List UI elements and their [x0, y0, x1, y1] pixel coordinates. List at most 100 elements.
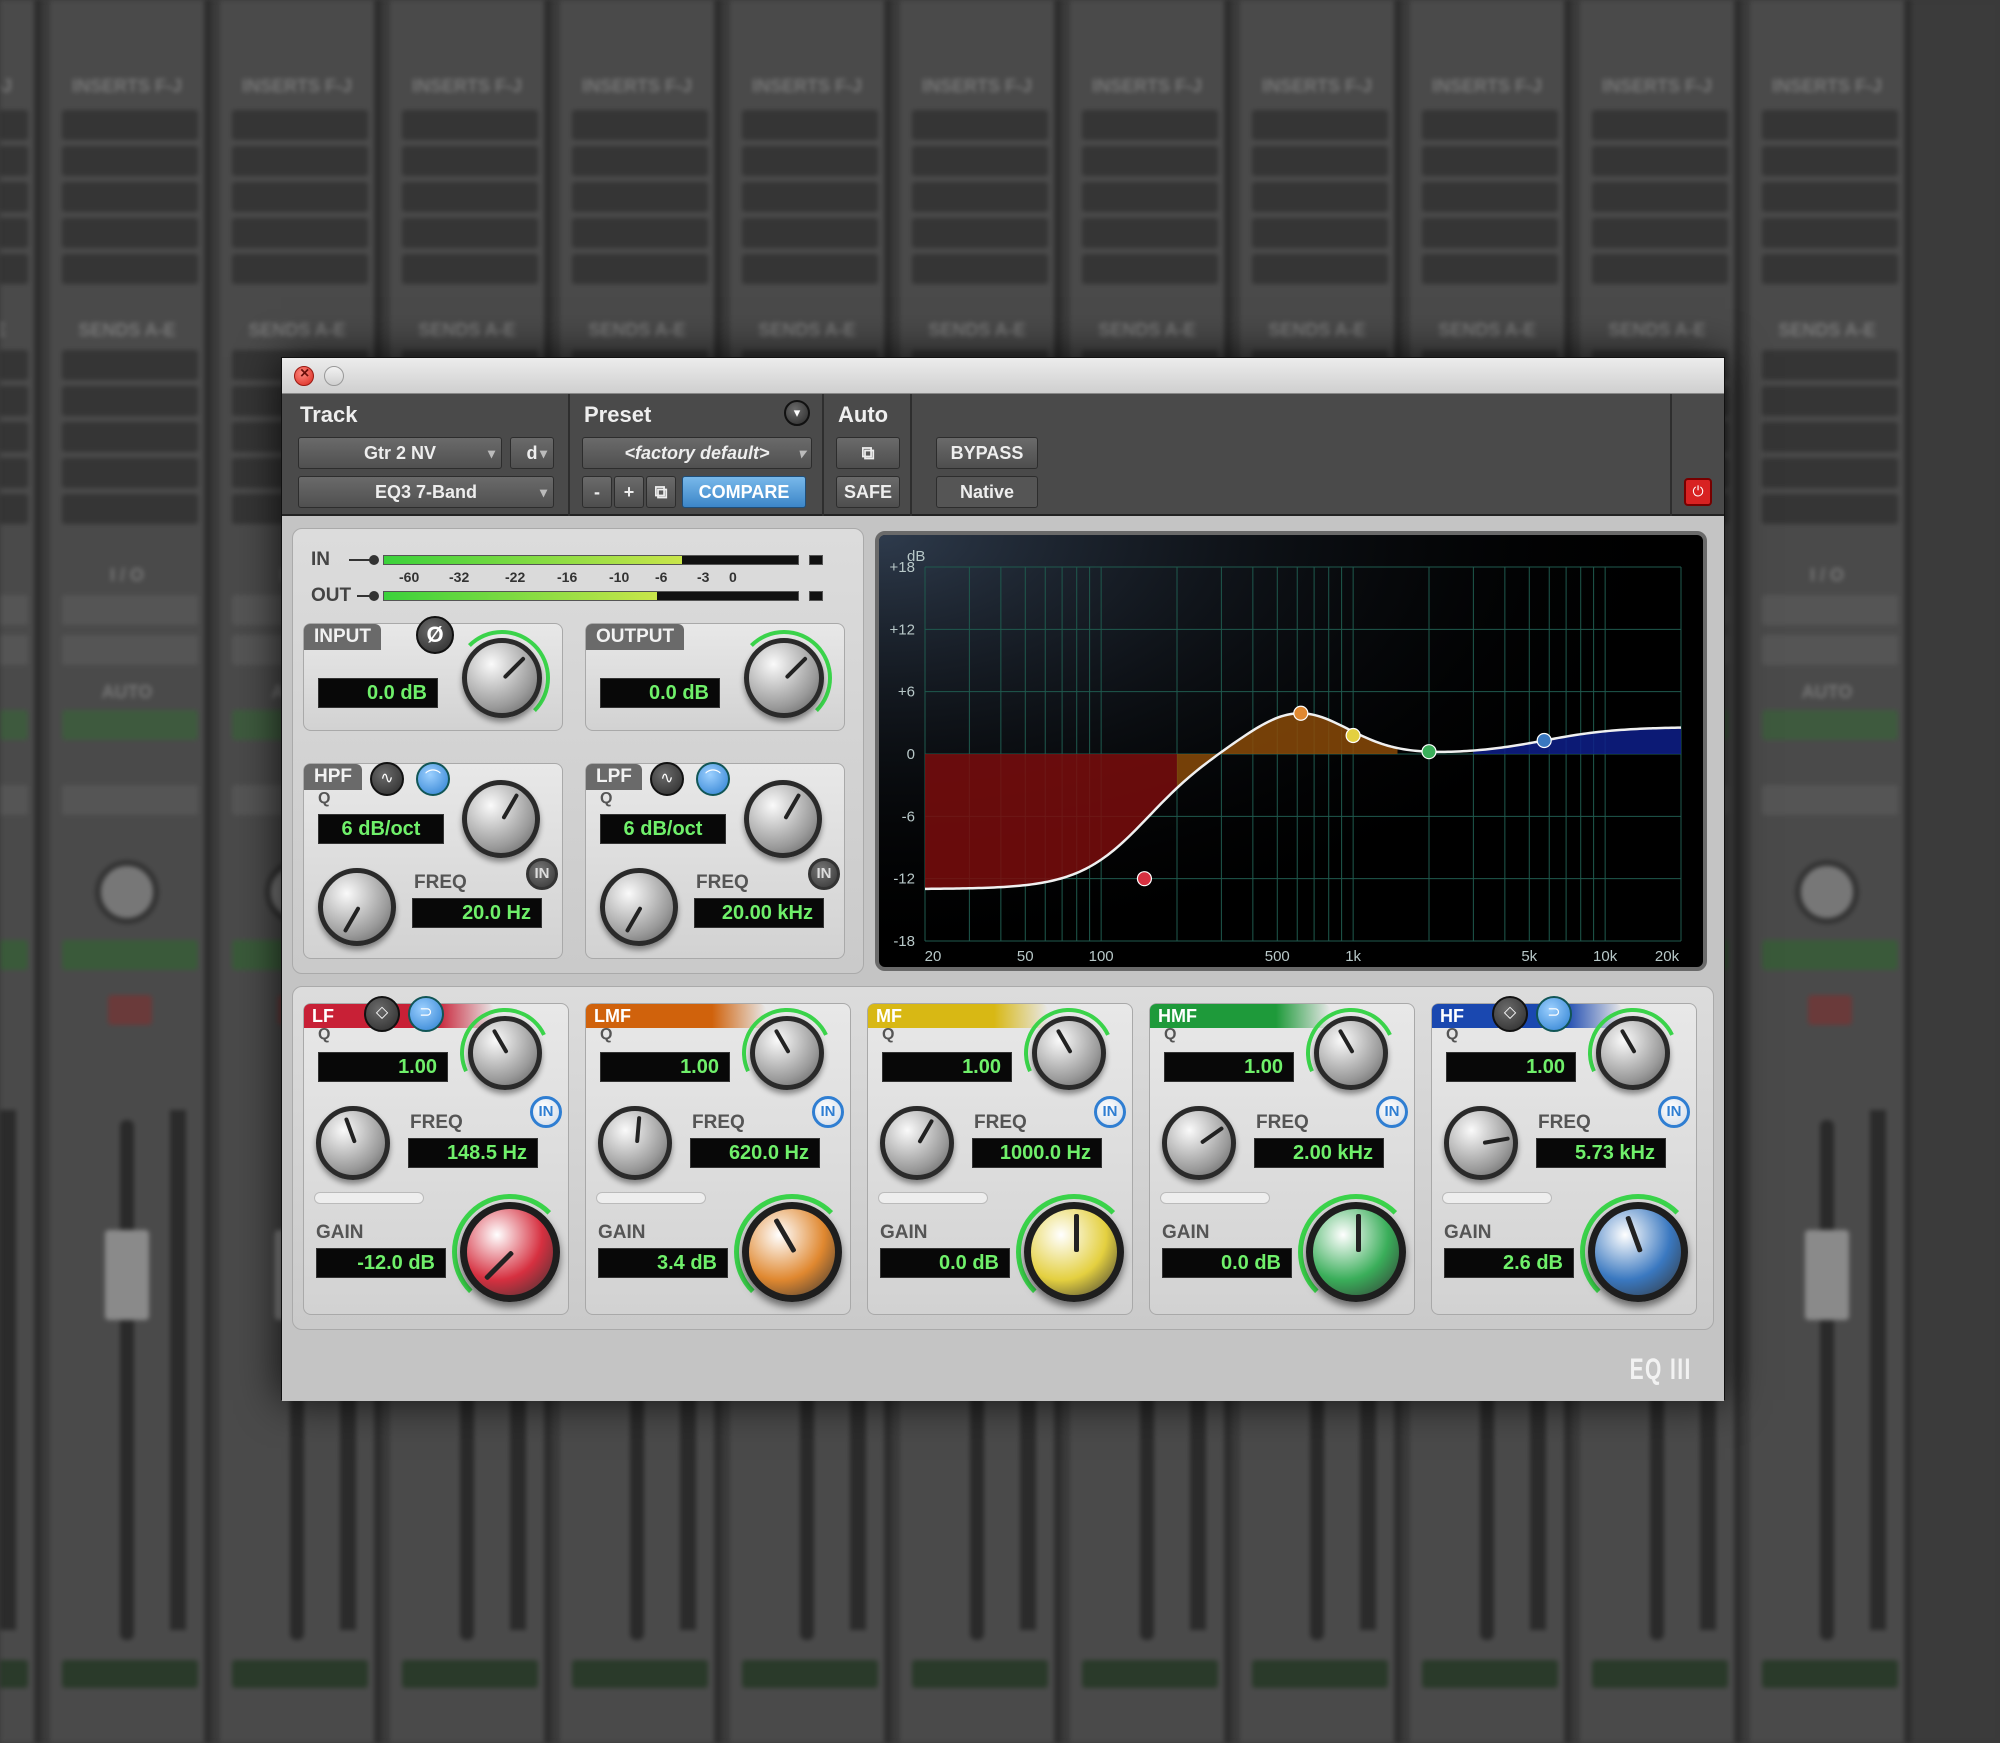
band-gain-knob[interactable]: [742, 1202, 842, 1302]
automation-window-button[interactable]: ⧉: [836, 437, 900, 469]
output-label: OUTPUT: [586, 624, 685, 650]
band-shelf-type-button[interactable]: ⊃: [408, 996, 444, 1032]
band-gain-knob[interactable]: [460, 1202, 560, 1302]
channel-selector[interactable]: d ▾: [510, 437, 554, 469]
preset-previous-button[interactable]: -: [582, 476, 612, 508]
hpf-freq-knob[interactable]: [318, 868, 396, 946]
band-gain-display[interactable]: 0.0 dB: [880, 1248, 1010, 1278]
band-q-knob[interactable]: [750, 1016, 824, 1090]
input-gain-display[interactable]: 0.0 dB: [318, 678, 438, 708]
power-icon[interactable]: ⏻: [1684, 478, 1712, 506]
band-in-button[interactable]: IN: [1376, 1096, 1408, 1128]
band-q-knob[interactable]: [468, 1016, 542, 1090]
band-q-display[interactable]: 1.00: [600, 1052, 730, 1082]
lpf-label: LPF: [586, 764, 642, 790]
band-q-label: Q: [882, 1026, 895, 1043]
band-gain-knob[interactable]: [1588, 1202, 1688, 1302]
bypass-button[interactable]: BYPASS: [936, 437, 1038, 469]
eq-curve-display[interactable]: dB +18 +12 +6 0 -6 -12 -18 20 50 100 500 1k 5k 10k 20k: [875, 531, 1707, 971]
band-handle[interactable]: [1345, 727, 1361, 744]
hpf-notch-button[interactable]: ∿: [370, 762, 404, 796]
meter-tick-label: -22: [505, 569, 526, 585]
lpf-freq-knob[interactable]: [600, 868, 678, 946]
in-meter: [383, 555, 799, 565]
band-q-display[interactable]: 1.00: [318, 1052, 448, 1082]
band-q-knob[interactable]: [1032, 1016, 1106, 1090]
band-handle[interactable]: [1136, 871, 1153, 887]
band-q-knob[interactable]: [1314, 1016, 1388, 1090]
band-freq-display[interactable]: 1000.0 Hz: [972, 1138, 1102, 1168]
band-gain-display[interactable]: 2.6 dB: [1444, 1248, 1574, 1278]
band-q-display[interactable]: 1.00: [1164, 1052, 1294, 1082]
input-gain-knob[interactable]: [462, 638, 542, 718]
copy-settings-button[interactable]: ⧉: [646, 476, 676, 508]
strip-label: INSERTS F-J: [411, 76, 522, 96]
band-freq-display[interactable]: 620.0 Hz: [690, 1138, 820, 1168]
lpf-slope-display[interactable]: 6 dB/oct: [600, 814, 726, 844]
hpf-freq-display[interactable]: 20.0 Hz: [412, 898, 542, 928]
preset-selector[interactable]: <factory default> ▾: [582, 437, 812, 469]
band-freq-display[interactable]: 148.5 Hz: [408, 1138, 538, 1168]
band-gain-label: GAIN: [598, 1222, 646, 1243]
band-freq-knob[interactable]: [316, 1106, 390, 1180]
freq-tick-label: 20: [925, 948, 942, 965]
band-freq-knob[interactable]: [598, 1106, 672, 1180]
output-gain-knob[interactable]: [744, 638, 824, 718]
band-freq-display[interactable]: 5.73 kHz: [1536, 1138, 1666, 1168]
compare-button[interactable]: COMPARE: [682, 476, 806, 508]
eq-curve-svg[interactable]: dB+18+12+60-6-12-1820 50 100 500 1k 5k 10k 20k: [879, 535, 1703, 967]
band-handle[interactable]: [1536, 732, 1552, 749]
band-freq-knob[interactable]: [1162, 1106, 1236, 1180]
band-gain-display[interactable]: 3.4 dB: [598, 1248, 728, 1278]
band-gain-display[interactable]: 0.0 dB: [1162, 1248, 1292, 1278]
strip-label: INSERTS F-J: [0, 76, 12, 96]
band-label: HF: [1440, 1006, 1464, 1026]
title-bar[interactable]: ×: [282, 358, 1724, 394]
hpf-slope-knob[interactable]: [462, 780, 540, 858]
hpf-slope-display[interactable]: 6 dB/oct: [318, 814, 444, 844]
band-handle[interactable]: [1421, 744, 1437, 760]
preset-next-button[interactable]: +: [614, 476, 644, 508]
band-shelf-mode-button[interactable]: ◇: [1492, 996, 1528, 1032]
out-meter: [383, 591, 799, 601]
track-selector[interactable]: Gtr 2 NV ▾: [298, 437, 502, 469]
in-clip-indicator[interactable]: [809, 555, 823, 565]
output-gain-display[interactable]: 0.0 dB: [600, 678, 720, 708]
lpf-slope-knob[interactable]: [744, 780, 822, 858]
band-handle[interactable]: [1293, 705, 1309, 721]
strip-label: SENDS A-E: [248, 320, 346, 340]
hpf-highpass-button[interactable]: ⌒: [416, 762, 450, 796]
band-freq-knob[interactable]: [880, 1106, 954, 1180]
lpf-lowpass-button[interactable]: ⌒: [696, 762, 730, 796]
band-in-button[interactable]: IN: [530, 1096, 562, 1128]
plugin-selector[interactable]: EQ3 7-Band ▾: [298, 476, 554, 508]
preset-menu-button[interactable]: ▾: [784, 400, 810, 426]
lpf-notch-button[interactable]: ∿: [650, 762, 684, 796]
strip-label: INSERTS F-J: [71, 76, 182, 96]
safe-button[interactable]: SAFE: [836, 476, 900, 508]
band-gain-display[interactable]: -12.0 dB: [316, 1248, 446, 1278]
strip-label: SENDS A-E: [1778, 320, 1876, 340]
phase-invert-button[interactable]: Ø: [416, 616, 454, 654]
band-freq-knob[interactable]: [1444, 1106, 1518, 1180]
close-button[interactable]: ×: [294, 365, 314, 386]
band-in-button[interactable]: IN: [1658, 1096, 1690, 1128]
out-meter-label: OUT: [311, 585, 352, 606]
band-in-button[interactable]: IN: [1094, 1096, 1126, 1128]
band-q-display[interactable]: 1.00: [882, 1052, 1012, 1082]
band-gain-knob[interactable]: [1024, 1202, 1124, 1302]
out-clip-indicator[interactable]: [809, 591, 823, 601]
band-in-button[interactable]: IN: [812, 1096, 844, 1128]
lpf-in-button[interactable]: IN: [808, 858, 840, 890]
band-shelf-mode-button[interactable]: ◇: [364, 996, 400, 1032]
hpf-in-button[interactable]: IN: [526, 858, 558, 890]
lpf-freq-display[interactable]: 20.00 kHz: [694, 898, 824, 928]
band-q-knob[interactable]: [1596, 1016, 1670, 1090]
band-q-display[interactable]: 1.00: [1446, 1052, 1576, 1082]
band-gain-knob[interactable]: [1306, 1202, 1406, 1302]
band-freq-display[interactable]: 2.00 kHz: [1254, 1138, 1384, 1168]
peak-icon: ◇: [375, 1004, 389, 1021]
strip-label: AUTO: [101, 682, 153, 702]
band-shelf-type-button[interactable]: ⊃: [1536, 996, 1572, 1032]
minimize-button[interactable]: [324, 366, 344, 386]
